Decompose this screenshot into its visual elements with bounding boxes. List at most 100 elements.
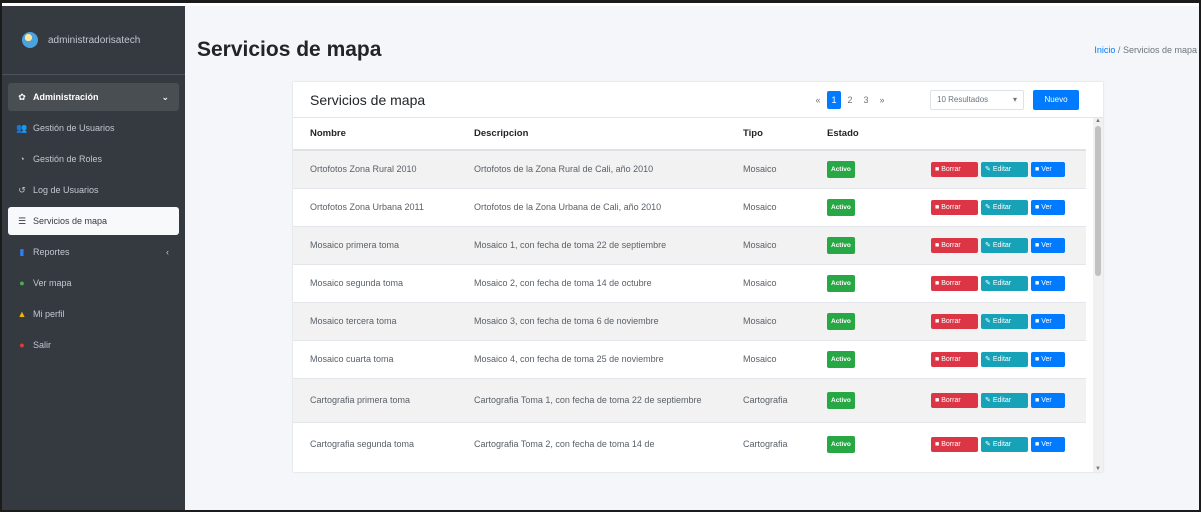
edit-button[interactable]: ✎ Editar — [981, 237, 1028, 253]
globe-icon: ● — [19, 278, 25, 288]
eye-icon: ■ — [1035, 165, 1040, 173]
breadcrumb-home-link[interactable]: Inicio — [1094, 45, 1115, 55]
services-card: Servicios de mapa « 1 2 3 » 10 Resultado… — [293, 82, 1103, 472]
pagination-page-2[interactable]: 2 — [843, 91, 857, 109]
eye-icon: ■ — [1035, 396, 1040, 404]
edit-button[interactable]: ✎ Editar — [981, 199, 1028, 215]
new-button[interactable]: Nuevo — [1033, 90, 1079, 110]
pencil-icon: ✎ — [985, 165, 991, 173]
edit-button[interactable]: ✎ Editar — [981, 351, 1028, 367]
view-button[interactable]: ■ Ver — [1031, 275, 1065, 291]
pencil-icon: ✎ — [985, 355, 991, 363]
edit-button[interactable]: ✎ Editar — [981, 313, 1028, 329]
delete-button[interactable]: ■ Borrar — [931, 275, 978, 291]
sidebar-item-log-usuarios[interactable]: ↺ Log de Usuarios — [8, 176, 179, 204]
trash-icon: ■ — [935, 203, 940, 211]
view-button[interactable]: ■ Ver — [1031, 237, 1065, 253]
button-label: Borrar — [941, 165, 961, 173]
gear-icon: ✿ — [18, 91, 26, 102]
table-body: Ortofotos Zona Rural 2010 Ortofotos de la… — [293, 149, 1086, 466]
power-icon: ● — [19, 340, 25, 350]
view-button[interactable]: ■ Ver — [1031, 199, 1065, 215]
edit-button[interactable]: ✎ Editar — [981, 392, 1028, 408]
table-row: Cartografia primera toma Cartografia Toma… — [293, 377, 1086, 422]
sidebar-item-label: Log de Usuarios — [33, 185, 99, 195]
trash-icon: ■ — [935, 165, 940, 173]
sidebar-item-salir[interactable]: ● Salir — [8, 331, 179, 359]
cell-nombre: Mosaico segunda toma — [293, 263, 457, 302]
cell-estado: Activo — [810, 339, 914, 378]
services-table: Nombre Descripcion Tipo Estado Ortofotos… — [293, 118, 1086, 466]
delete-button[interactable]: ■ Borrar — [931, 351, 978, 367]
cell-nombre: Cartografia segunda toma — [293, 421, 457, 466]
sidebar-item-servicios-mapa[interactable]: ☰ Servicios de mapa — [8, 207, 179, 235]
results-per-page-select[interactable]: 10 Resultados ▾ — [930, 90, 1024, 110]
sidebar-item-gestion-roles[interactable]: ◔ Gestión de Roles — [8, 145, 179, 173]
view-button[interactable]: ■ Ver — [1031, 161, 1065, 177]
sidebar-item-reportes[interactable]: ▮ Reportes ‹ — [8, 238, 179, 266]
button-label: Ver — [1041, 203, 1052, 211]
delete-button[interactable]: ■ Borrar — [931, 237, 978, 253]
pagination-next[interactable]: » — [875, 91, 889, 109]
history-icon: ↺ — [18, 184, 26, 195]
column-header-descripcion[interactable]: Descripcion — [457, 118, 726, 151]
edit-button[interactable]: ✎ Editar — [981, 161, 1028, 177]
edit-button[interactable]: ✎ Editar — [981, 275, 1028, 291]
delete-button[interactable]: ■ Borrar — [931, 161, 978, 177]
user-panel[interactable]: administradorisatech — [2, 6, 185, 75]
button-label: Editar — [992, 355, 1012, 363]
scroll-down-icon[interactable]: ▼ — [1095, 466, 1101, 472]
edit-button[interactable]: ✎ Editar — [981, 436, 1028, 452]
scroll-up-icon[interactable]: ▲ — [1095, 118, 1101, 124]
row-actions: ■ Borrar ✎ Editar ■ Ver — [914, 161, 1086, 177]
pagination-page-3[interactable]: 3 — [859, 91, 873, 109]
sidebar-item-ver-mapa[interactable]: ● Ver mapa — [8, 269, 179, 297]
delete-button[interactable]: ■ Borrar — [931, 313, 978, 329]
trash-icon: ■ — [935, 279, 940, 287]
cell-tipo: Mosaico — [726, 225, 810, 264]
cell-nombre: Mosaico cuarta toma — [293, 339, 457, 378]
users-icon: 👥 — [16, 122, 28, 133]
cell-tipo: Mosaico — [726, 339, 810, 378]
button-label: Editar — [992, 396, 1012, 404]
table-row: Mosaico primera toma Mosaico 1, con fecha… — [293, 225, 1086, 264]
table-row: Mosaico tercera toma Mosaico 3, con fecha… — [293, 301, 1086, 340]
column-header-nombre[interactable]: Nombre — [293, 118, 457, 151]
button-label: Borrar — [941, 317, 961, 325]
cell-descripcion: Mosaico 1, con fecha de toma 22 de septi… — [457, 225, 726, 264]
row-actions: ■ Borrar ✎ Editar ■ Ver — [914, 199, 1086, 215]
row-actions: ■ Borrar ✎ Editar ■ Ver — [914, 237, 1086, 253]
card-header: Servicios de mapa « 1 2 3 » 10 Resultado… — [293, 82, 1103, 118]
cell-actions: ■ Borrar ✎ Editar ■ Ver — [914, 421, 1086, 466]
cell-estado: Activo — [810, 263, 914, 302]
cell-descripcion: Mosaico 4, con fecha de toma 25 de novie… — [457, 339, 726, 378]
pagination-page-1[interactable]: 1 — [827, 91, 841, 109]
view-button[interactable]: ■ Ver — [1031, 392, 1065, 408]
button-label: Ver — [1041, 317, 1052, 325]
sidebar-item-administracion[interactable]: ✿ Administración ⌄ — [8, 83, 179, 111]
results-select-value: 10 Resultados — [937, 95, 989, 104]
pencil-icon: ✎ — [985, 203, 991, 211]
cell-actions: ■ Borrar ✎ Editar ■ Ver — [914, 377, 1086, 422]
sidebar-item-gestion-usuarios[interactable]: 👥 Gestión de Usuarios — [8, 114, 179, 142]
view-button[interactable]: ■ Ver — [1031, 351, 1065, 367]
delete-button[interactable]: ■ Borrar — [931, 436, 978, 452]
delete-button[interactable]: ■ Borrar — [931, 199, 978, 215]
view-button[interactable]: ■ Ver — [1031, 313, 1065, 329]
sidebar-item-mi-perfil[interactable]: ▲ Mi perfil — [8, 300, 179, 328]
cell-descripcion: Cartografia Toma 1, con fecha de toma 22… — [457, 377, 726, 422]
pagination-prev[interactable]: « — [811, 91, 825, 109]
view-button[interactable]: ■ Ver — [1031, 436, 1065, 452]
delete-button[interactable]: ■ Borrar — [931, 392, 978, 408]
sidebar-item-label: Gestión de Usuarios — [33, 123, 115, 133]
column-header-estado[interactable]: Estado — [810, 118, 914, 151]
eye-icon: ■ — [1035, 241, 1040, 249]
button-label: Ver — [1041, 241, 1052, 249]
table-header-row: Nombre Descripcion Tipo Estado — [293, 118, 1086, 151]
cell-tipo: Mosaico — [726, 263, 810, 302]
table-scrollbar[interactable]: ▲ ▼ — [1093, 118, 1103, 472]
column-header-tipo[interactable]: Tipo — [726, 118, 810, 151]
button-label: Borrar — [941, 279, 961, 287]
cell-descripcion: Cartografia Toma 2, con fecha de toma 14… — [457, 421, 726, 466]
scrollbar-thumb[interactable] — [1095, 126, 1101, 276]
